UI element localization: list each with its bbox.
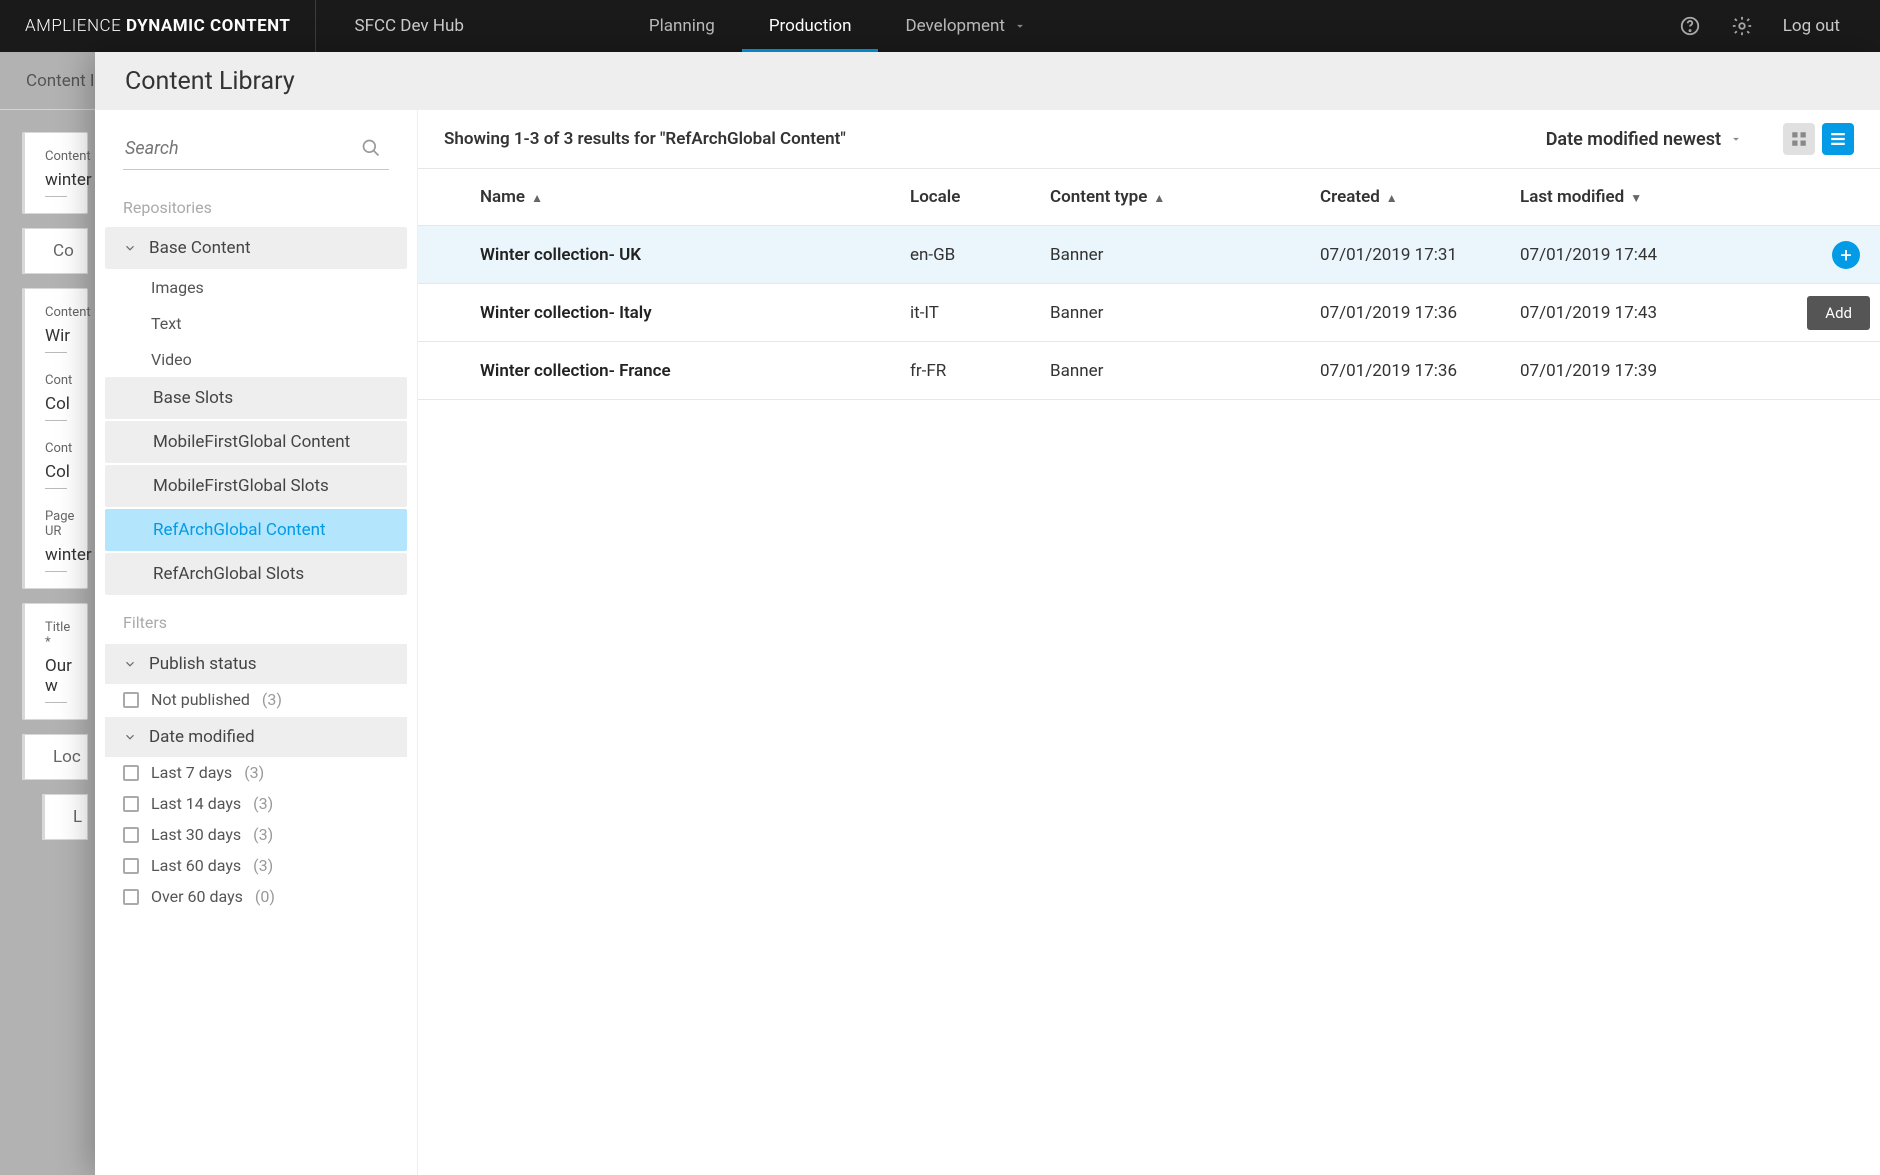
library-title: Content Library bbox=[95, 52, 1880, 110]
row-locale: en-GB bbox=[910, 245, 1050, 265]
sort-asc-icon: ▲ bbox=[531, 191, 543, 205]
chk-last-30-days[interactable]: Last 30 days(3) bbox=[105, 819, 407, 850]
tree-sub-text[interactable]: Text bbox=[105, 305, 407, 341]
row-created: 07/01/2019 17:31 bbox=[1320, 245, 1520, 265]
brand-bold: DYNAMIC CONTENT bbox=[121, 16, 290, 36]
row-modified: 07/01/2019 17:43 bbox=[1520, 303, 1740, 323]
table-body: Winter collection- UKen-GBBanner07/01/20… bbox=[418, 226, 1880, 400]
lbl: Content bbox=[45, 149, 67, 164]
tree-mfg-content[interactable]: MobileFirstGlobal Content bbox=[105, 421, 407, 463]
help-icon[interactable] bbox=[1679, 15, 1701, 37]
chk-last-14-days[interactable]: Last 14 days(3) bbox=[105, 788, 407, 819]
brand: AMPLIENCE DYNAMIC CONTENT bbox=[0, 16, 315, 36]
sect-loc: Loc bbox=[22, 734, 88, 780]
nav-planning[interactable]: Planning bbox=[622, 0, 742, 52]
chk-over-60-days[interactable]: Over 60 days(0) bbox=[105, 881, 407, 912]
nav-development[interactable]: Development bbox=[878, 0, 1053, 52]
col-created[interactable]: Created▲ bbox=[1320, 187, 1520, 207]
row-ctype: Banner bbox=[1050, 303, 1320, 323]
list-view-button[interactable] bbox=[1822, 123, 1854, 155]
table-row[interactable]: Winter collection- UKen-GBBanner07/01/20… bbox=[418, 226, 1880, 284]
tree-sub-video[interactable]: Video bbox=[105, 341, 407, 377]
card-content: Content winter bbox=[22, 132, 88, 214]
table-row[interactable]: Winter collection- Italyit-ITBanner07/01… bbox=[418, 284, 1880, 342]
hub-name[interactable]: SFCC Dev Hub bbox=[315, 0, 501, 52]
chevron-down-icon bbox=[123, 657, 137, 671]
repositories-label: Repositories bbox=[105, 180, 407, 227]
grid-icon bbox=[1790, 130, 1808, 148]
row-name: Winter collection- UK bbox=[480, 245, 910, 265]
filters-label: Filters bbox=[105, 595, 407, 642]
row-created: 07/01/2019 17:36 bbox=[1320, 361, 1520, 381]
val: winter bbox=[45, 170, 67, 197]
grid-view-button[interactable] bbox=[1783, 123, 1815, 155]
row-ctype: Banner bbox=[1050, 245, 1320, 265]
checkbox-icon[interactable] bbox=[123, 796, 139, 812]
chevron-down-icon bbox=[123, 730, 137, 744]
add-tooltip: Add bbox=[1807, 296, 1870, 330]
checkbox-icon[interactable] bbox=[123, 765, 139, 781]
chk-not-published[interactable]: Not published (3) bbox=[105, 684, 407, 715]
table-row[interactable]: Winter collection- Francefr-FRBanner07/0… bbox=[418, 342, 1880, 400]
brand-light: AMPLIENCE bbox=[25, 16, 121, 36]
row-locale: fr-FR bbox=[910, 361, 1050, 381]
chevron-down-icon bbox=[1013, 19, 1027, 33]
col-ctype[interactable]: Content type▲ bbox=[1050, 187, 1320, 207]
card-multi: Content Wir Cont Col Cont Col Page UR wi… bbox=[22, 288, 88, 589]
row-name: Winter collection- Italy bbox=[480, 303, 910, 323]
row-created: 07/01/2019 17:36 bbox=[1320, 303, 1520, 323]
tree-label: Base Content bbox=[149, 238, 251, 258]
search-icon[interactable] bbox=[361, 138, 381, 158]
tree-rag-content[interactable]: RefArchGlobal Content bbox=[105, 509, 407, 551]
nav-production[interactable]: Production bbox=[742, 0, 879, 52]
sort-desc-icon: ▼ bbox=[1630, 191, 1642, 205]
chevron-down-icon bbox=[1729, 132, 1743, 146]
tree-mfg-slots[interactable]: MobileFirstGlobal Slots bbox=[105, 465, 407, 507]
checkbox-icon[interactable] bbox=[123, 827, 139, 843]
tree-base-content[interactable]: Base Content bbox=[105, 227, 407, 269]
row-ctype: Banner bbox=[1050, 361, 1320, 381]
row-modified: 07/01/2019 17:39 bbox=[1520, 361, 1740, 381]
col-name[interactable]: Name▲ bbox=[480, 187, 910, 207]
filter-publish-status[interactable]: Publish status bbox=[105, 644, 407, 684]
row-modified: 07/01/2019 17:44 bbox=[1520, 245, 1740, 265]
card-title: Title * Our w bbox=[22, 603, 88, 720]
library-left-panel: Repositories Base Content Images Text Vi… bbox=[95, 110, 418, 1175]
chk-last-7-days[interactable]: Last 7 days(3) bbox=[105, 757, 407, 788]
content-library-drawer: Content Library Repositories Base Conten… bbox=[95, 52, 1880, 1175]
sort-asc-icon: ▲ bbox=[1386, 191, 1398, 205]
chevron-down-icon bbox=[123, 241, 137, 255]
main-nav: Planning Production Development bbox=[622, 0, 1054, 52]
col-modified[interactable]: Last modified▼ bbox=[1520, 187, 1740, 207]
checkbox-icon[interactable] bbox=[123, 692, 139, 708]
top-bar: AMPLIENCE DYNAMIC CONTENT SFCC Dev Hub P… bbox=[0, 0, 1880, 52]
chk-last-60-days[interactable]: Last 60 days(3) bbox=[105, 850, 407, 881]
sort-label: Date modified newest bbox=[1546, 129, 1721, 150]
checkbox-icon[interactable] bbox=[123, 889, 139, 905]
search-input[interactable] bbox=[123, 130, 389, 170]
library-right-panel: Showing 1-3 of 3 results for "RefArchGlo… bbox=[418, 110, 1880, 1175]
top-right: Log out bbox=[1679, 15, 1880, 37]
sect-lbl: Co bbox=[53, 241, 74, 261]
nav-dev-label: Development bbox=[905, 16, 1004, 36]
tree-sub-images[interactable]: Images bbox=[105, 269, 407, 305]
filter-date-modified[interactable]: Date modified bbox=[105, 717, 407, 757]
checkbox-icon[interactable] bbox=[123, 858, 139, 874]
row-locale: it-IT bbox=[910, 303, 1050, 323]
gear-icon[interactable] bbox=[1731, 15, 1753, 37]
tree-rag-slots[interactable]: RefArchGlobal Slots bbox=[105, 553, 407, 595]
sort-dropdown[interactable]: Date modified newest bbox=[1546, 129, 1743, 150]
sect-l: L bbox=[42, 794, 88, 840]
logout-link[interactable]: Log out bbox=[1783, 16, 1840, 36]
row-name: Winter collection- France bbox=[480, 361, 910, 381]
list-icon bbox=[1829, 130, 1847, 148]
col-locale[interactable]: Locale bbox=[910, 187, 1050, 207]
add-button[interactable]: + bbox=[1832, 241, 1860, 269]
sort-asc-icon: ▲ bbox=[1153, 191, 1165, 205]
table-header: Name▲ Locale Content type▲ Created▲ Last… bbox=[418, 168, 1880, 226]
sect-co: Co bbox=[22, 228, 88, 274]
results-info: Showing 1-3 of 3 results for "RefArchGlo… bbox=[444, 129, 846, 149]
tree-base-slots[interactable]: Base Slots bbox=[105, 377, 407, 419]
